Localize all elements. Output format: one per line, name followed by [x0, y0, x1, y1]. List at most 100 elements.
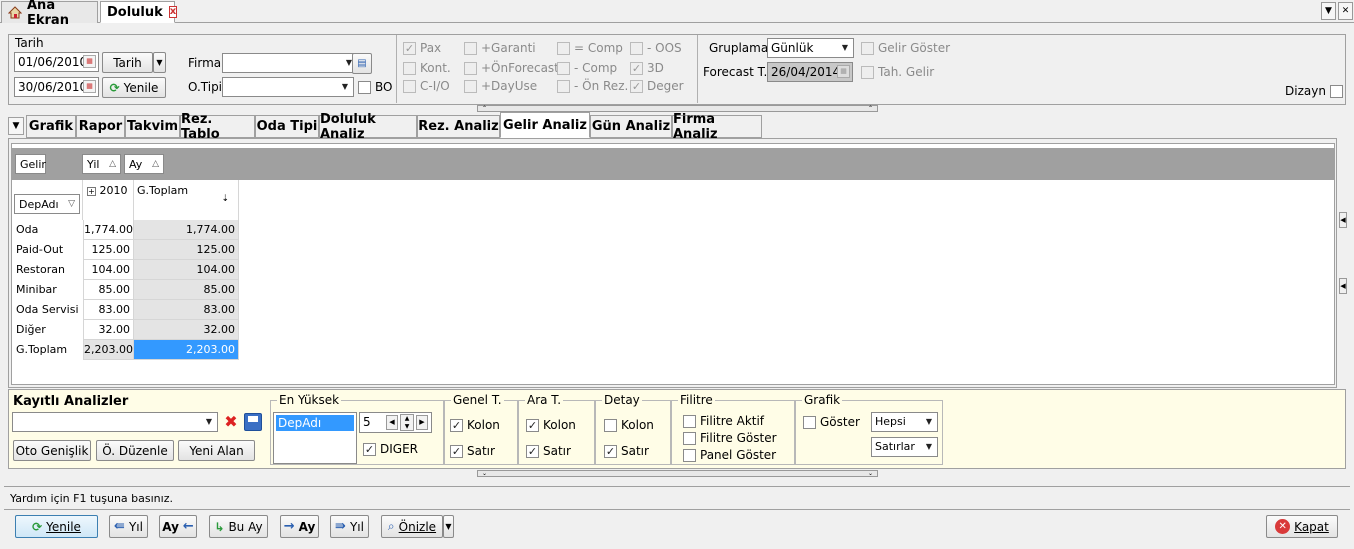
minus-comp-check[interactable]	[557, 61, 570, 75]
diger-checkbox[interactable]: ✓ DIGER	[363, 442, 418, 456]
en-yuksek-stepper[interactable]: 5 ◀ ▲ ▼ ▶	[359, 412, 432, 433]
collapse-right-icon[interactable]: ◀	[1339, 278, 1347, 294]
option-cio[interactable]: C-I/O	[403, 79, 450, 93]
cell-2010[interactable]: 1,774.00	[83, 220, 134, 240]
list-item[interactable]: DepAdı	[276, 415, 354, 431]
cell-2010[interactable]: 104.00	[83, 260, 134, 280]
panel-goster-checkbox[interactable]: Panel Göster	[683, 448, 776, 462]
ay-prev-button[interactable]: Ay ←	[159, 515, 197, 538]
oto-genislik-button[interactable]: Oto Genişlik	[13, 440, 91, 461]
diger-check[interactable]: ✓	[363, 442, 376, 456]
option-3d[interactable]: ✓ 3D	[630, 61, 664, 75]
tarih-button[interactable]: Tarih	[102, 52, 153, 73]
gelir-goster-check[interactable]	[861, 41, 874, 55]
chevron-down-icon[interactable]: ▼	[1321, 2, 1336, 20]
yil-next-button[interactable]: ⇛ Yıl	[330, 515, 369, 538]
cell-grand-total-selected[interactable]: 2,203.00	[134, 340, 239, 360]
stepper-updown-icon[interactable]: ▲ ▼	[400, 414, 414, 431]
option-minus-comp[interactable]: - Comp	[557, 61, 617, 75]
bottom-splitter[interactable]: ⌄ ⌄	[477, 470, 878, 477]
tab-gelir-analiz[interactable]: Gelir Analiz	[500, 112, 590, 138]
option-eq-comp[interactable]: = Comp	[557, 41, 623, 55]
table-row[interactable]: Oda Servisi 83.00 83.00	[12, 300, 239, 320]
3d-check[interactable]: ✓	[630, 61, 643, 75]
option-deger[interactable]: ✓ Deger	[630, 79, 684, 93]
tab-takvim[interactable]: Takvim	[125, 115, 180, 138]
cell-2010[interactable]: 125.00	[83, 240, 134, 260]
tab-oda-tipi[interactable]: Oda Tipi	[255, 115, 319, 138]
tab-rez-analiz[interactable]: Rez. Analiz	[417, 115, 500, 138]
yil-prev-button[interactable]: ⇚ Yıl	[109, 515, 148, 538]
cell-total[interactable]: 104.00	[134, 260, 239, 280]
dizayn-checkbox[interactable]: Dizayn	[1285, 84, 1343, 98]
detay-satir-check[interactable]: ✓	[604, 444, 617, 458]
option-oos[interactable]: - OOS	[630, 41, 682, 55]
filitre-goster-checkbox[interactable]: Filitre Göster	[683, 431, 777, 445]
ara-kolon-check[interactable]: ✓	[526, 418, 539, 432]
satirlar-select[interactable]: Satırlar ▼	[871, 437, 938, 457]
collapse-right-icon[interactable]: ◀	[1339, 212, 1347, 228]
close-tab-icon[interactable]: x	[168, 6, 178, 18]
cell-total[interactable]: 83.00	[134, 300, 239, 320]
col-header-total[interactable]: G.Toplam ⇣	[134, 180, 239, 220]
delete-icon[interactable]: ✖	[222, 413, 240, 431]
option-pax[interactable]: ✓ Pax	[403, 41, 441, 55]
pax-check[interactable]: ✓	[403, 41, 416, 55]
grafik-goster-checkbox[interactable]: Göster	[803, 415, 860, 429]
ara-satir-checkbox[interactable]: ✓ Satır	[526, 444, 571, 458]
bu-ay-button[interactable]: ↳ Bu Ay	[209, 515, 268, 538]
row-field-depadi[interactable]: DepAdı ▽	[14, 194, 80, 214]
filitre-aktif-checkbox[interactable]: Filitre Aktif	[683, 414, 764, 428]
detay-kolon-check[interactable]	[604, 418, 617, 432]
table-row[interactable]: Oda 1,774.00 1,774.00	[12, 220, 239, 240]
stepper-left-icon[interactable]: ◀	[386, 415, 398, 430]
dayuse-check[interactable]	[464, 79, 477, 93]
start-date-field[interactable]: 01/06/2010 ▦	[14, 52, 99, 72]
yenile-button[interactable]: ⟳ Yenile	[15, 515, 98, 538]
grafik-goster-check[interactable]	[803, 415, 816, 429]
onforecast-check[interactable]	[464, 61, 477, 75]
col-field-yil[interactable]: Yil △	[82, 154, 121, 174]
cio-check[interactable]	[403, 79, 416, 93]
genel-kolon-check[interactable]: ✓	[450, 418, 463, 432]
calendar-icon[interactable]: ▦	[83, 55, 96, 68]
option-garanti[interactable]: +Garanti	[464, 41, 536, 55]
hepsi-select[interactable]: Hepsi ▼	[871, 412, 938, 432]
forecast-date-field[interactable]: 26/04/2014 ▦	[767, 62, 853, 82]
table-row[interactable]: Restoran 104.00 104.00	[12, 260, 239, 280]
table-row[interactable]: Minibar 85.00 85.00	[12, 280, 239, 300]
panel-goster-check[interactable]	[683, 448, 696, 462]
bo-checkbox[interactable]: BO	[358, 80, 392, 94]
en-yuksek-list[interactable]: DepAdı	[273, 412, 357, 464]
cell-2010[interactable]: 85.00	[83, 280, 134, 300]
col-header-2010[interactable]: + 2010	[83, 180, 134, 220]
oos-check[interactable]	[630, 41, 643, 55]
tah-gelir-check[interactable]	[861, 65, 874, 79]
tab-doluluk-analiz[interactable]: Doluluk Analiz	[319, 112, 417, 142]
dizayn-check[interactable]	[1329, 84, 1343, 98]
save-icon[interactable]	[244, 413, 262, 431]
onizle-button[interactable]: ⌕ Önizle	[381, 515, 443, 538]
genel-kolon-checkbox[interactable]: ✓ Kolon	[450, 418, 500, 432]
tab-doluluk[interactable]: Doluluk x	[100, 1, 178, 23]
option-kont[interactable]: Kont.	[403, 61, 451, 75]
eq-comp-check[interactable]	[557, 41, 570, 55]
tab-rez-tablo[interactable]: Rez. Tablo	[180, 112, 255, 142]
bo-check[interactable]	[358, 80, 371, 94]
table-row[interactable]: Diğer 32.00 32.00	[12, 320, 239, 340]
on-rez-check[interactable]	[557, 79, 570, 93]
garanti-check[interactable]	[464, 41, 477, 55]
expand-icon[interactable]: +	[87, 187, 96, 196]
cell-2010[interactable]: 32.00	[83, 320, 134, 340]
cell-total[interactable]: 1,774.00	[134, 220, 239, 240]
cell-total[interactable]: 125.00	[134, 240, 239, 260]
otipi-select[interactable]: ▼	[222, 77, 354, 97]
genel-satir-checkbox[interactable]: ✓ Satır	[450, 444, 495, 458]
tab-grafik[interactable]: Grafik	[26, 115, 76, 138]
firma-search-icon[interactable]: ▤	[352, 53, 372, 74]
option-on-rez[interactable]: - Ön Rez.	[557, 79, 628, 93]
end-date-field[interactable]: 30/06/2010 ▦	[14, 77, 99, 97]
tab-ana-ekran[interactable]: Ana Ekran	[1, 0, 98, 28]
detay-satir-checkbox[interactable]: ✓ Satır	[604, 444, 649, 458]
gelir-goster-checkbox[interactable]: Gelir Göster	[861, 41, 950, 55]
